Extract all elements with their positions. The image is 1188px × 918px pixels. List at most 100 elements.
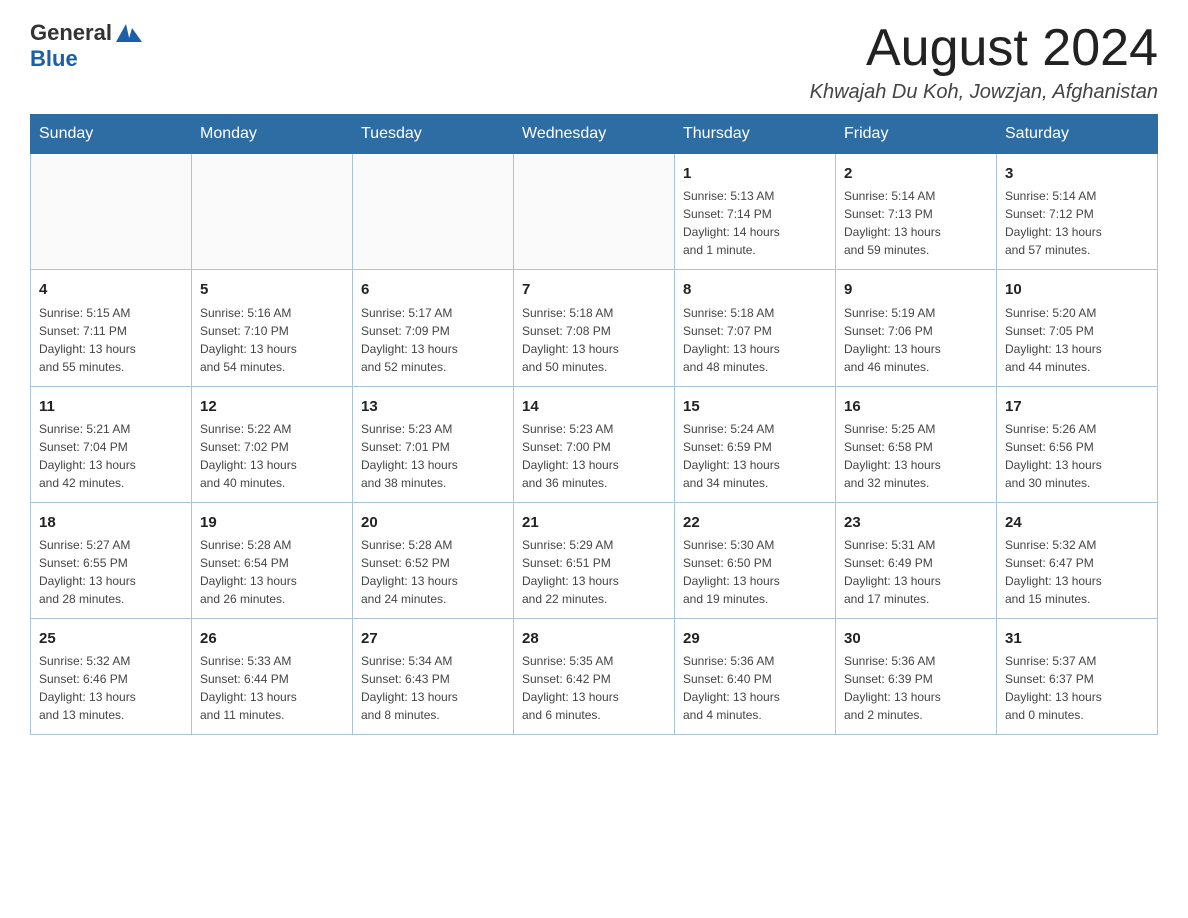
day-number: 13	[361, 395, 505, 418]
day-number: 4	[39, 278, 183, 301]
day-info: Sunrise: 5:36 AM Sunset: 6:40 PM Dayligh…	[683, 652, 827, 724]
calendar-day-cell: 12Sunrise: 5:22 AM Sunset: 7:02 PM Dayli…	[192, 386, 353, 502]
day-number: 9	[844, 278, 988, 301]
logo: General Blue	[30, 20, 142, 72]
calendar-table: SundayMondayTuesdayWednesdayThursdayFrid…	[30, 114, 1158, 735]
day-number: 17	[1005, 395, 1149, 418]
day-number: 25	[39, 627, 183, 650]
day-info: Sunrise: 5:23 AM Sunset: 7:00 PM Dayligh…	[522, 420, 666, 492]
calendar-day-cell: 29Sunrise: 5:36 AM Sunset: 6:40 PM Dayli…	[675, 619, 836, 735]
calendar-day-cell: 28Sunrise: 5:35 AM Sunset: 6:42 PM Dayli…	[514, 619, 675, 735]
month-title: August 2024	[810, 20, 1158, 77]
day-info: Sunrise: 5:28 AM Sunset: 6:54 PM Dayligh…	[200, 536, 344, 608]
day-info: Sunrise: 5:20 AM Sunset: 7:05 PM Dayligh…	[1005, 304, 1149, 376]
calendar-day-cell: 30Sunrise: 5:36 AM Sunset: 6:39 PM Dayli…	[836, 619, 997, 735]
title-block: August 2024 Khwajah Du Koh, Jowzjan, Afg…	[810, 20, 1158, 104]
day-number: 3	[1005, 162, 1149, 185]
day-info: Sunrise: 5:30 AM Sunset: 6:50 PM Dayligh…	[683, 536, 827, 608]
calendar-day-cell: 31Sunrise: 5:37 AM Sunset: 6:37 PM Dayli…	[997, 619, 1158, 735]
day-number: 22	[683, 511, 827, 534]
day-info: Sunrise: 5:22 AM Sunset: 7:02 PM Dayligh…	[200, 420, 344, 492]
day-number: 28	[522, 627, 666, 650]
day-info: Sunrise: 5:33 AM Sunset: 6:44 PM Dayligh…	[200, 652, 344, 724]
calendar-day-header: Thursday	[675, 115, 836, 154]
day-number: 27	[361, 627, 505, 650]
day-number: 5	[200, 278, 344, 301]
calendar-day-cell: 17Sunrise: 5:26 AM Sunset: 6:56 PM Dayli…	[997, 386, 1158, 502]
day-info: Sunrise: 5:25 AM Sunset: 6:58 PM Dayligh…	[844, 420, 988, 492]
calendar-day-cell: 14Sunrise: 5:23 AM Sunset: 7:00 PM Dayli…	[514, 386, 675, 502]
calendar-day-cell: 18Sunrise: 5:27 AM Sunset: 6:55 PM Dayli…	[31, 502, 192, 618]
calendar-day-cell: 24Sunrise: 5:32 AM Sunset: 6:47 PM Dayli…	[997, 502, 1158, 618]
calendar-day-cell: 19Sunrise: 5:28 AM Sunset: 6:54 PM Dayli…	[192, 502, 353, 618]
day-number: 31	[1005, 627, 1149, 650]
calendar-day-cell: 3Sunrise: 5:14 AM Sunset: 7:12 PM Daylig…	[997, 154, 1158, 270]
day-number: 20	[361, 511, 505, 534]
day-number: 18	[39, 511, 183, 534]
day-number: 11	[39, 395, 183, 418]
calendar-day-header: Sunday	[31, 115, 192, 154]
calendar-day-cell	[192, 154, 353, 270]
calendar-day-header: Wednesday	[514, 115, 675, 154]
calendar-week-row: 25Sunrise: 5:32 AM Sunset: 6:46 PM Dayli…	[31, 619, 1158, 735]
calendar-day-header: Friday	[836, 115, 997, 154]
calendar-week-row: 18Sunrise: 5:27 AM Sunset: 6:55 PM Dayli…	[31, 502, 1158, 618]
day-number: 19	[200, 511, 344, 534]
calendar-day-cell: 20Sunrise: 5:28 AM Sunset: 6:52 PM Dayli…	[353, 502, 514, 618]
calendar-header-row: SundayMondayTuesdayWednesdayThursdayFrid…	[31, 115, 1158, 154]
day-info: Sunrise: 5:17 AM Sunset: 7:09 PM Dayligh…	[361, 304, 505, 376]
calendar-week-row: 11Sunrise: 5:21 AM Sunset: 7:04 PM Dayli…	[31, 386, 1158, 502]
day-info: Sunrise: 5:14 AM Sunset: 7:13 PM Dayligh…	[844, 187, 988, 259]
day-number: 26	[200, 627, 344, 650]
day-info: Sunrise: 5:19 AM Sunset: 7:06 PM Dayligh…	[844, 304, 988, 376]
calendar-day-header: Monday	[192, 115, 353, 154]
day-number: 8	[683, 278, 827, 301]
calendar-day-cell: 16Sunrise: 5:25 AM Sunset: 6:58 PM Dayli…	[836, 386, 997, 502]
day-info: Sunrise: 5:26 AM Sunset: 6:56 PM Dayligh…	[1005, 420, 1149, 492]
day-number: 7	[522, 278, 666, 301]
day-info: Sunrise: 5:23 AM Sunset: 7:01 PM Dayligh…	[361, 420, 505, 492]
day-info: Sunrise: 5:32 AM Sunset: 6:46 PM Dayligh…	[39, 652, 183, 724]
calendar-day-cell: 11Sunrise: 5:21 AM Sunset: 7:04 PM Dayli…	[31, 386, 192, 502]
page-header: General Blue August 2024 Khwajah Du Koh,…	[30, 20, 1158, 104]
calendar-day-cell: 15Sunrise: 5:24 AM Sunset: 6:59 PM Dayli…	[675, 386, 836, 502]
calendar-day-cell: 23Sunrise: 5:31 AM Sunset: 6:49 PM Dayli…	[836, 502, 997, 618]
day-number: 1	[683, 162, 827, 185]
calendar-day-cell: 7Sunrise: 5:18 AM Sunset: 7:08 PM Daylig…	[514, 270, 675, 386]
day-info: Sunrise: 5:28 AM Sunset: 6:52 PM Dayligh…	[361, 536, 505, 608]
calendar-day-header: Tuesday	[353, 115, 514, 154]
day-number: 21	[522, 511, 666, 534]
calendar-day-cell: 5 Sunrise: 5:16 AM Sunset: 7:10 PM Daylig…	[192, 270, 353, 386]
calendar-day-cell	[31, 154, 192, 270]
day-info: Sunrise: 5:29 AM Sunset: 6:51 PM Dayligh…	[522, 536, 666, 608]
calendar-day-cell: 6Sunrise: 5:17 AM Sunset: 7:09 PM Daylig…	[353, 270, 514, 386]
calendar-day-cell	[353, 154, 514, 270]
day-number: 10	[1005, 278, 1149, 301]
day-info: Sunrise: 5:15 AM Sunset: 7:11 PM Dayligh…	[39, 304, 183, 376]
day-info: Sunrise: 5:37 AM Sunset: 6:37 PM Dayligh…	[1005, 652, 1149, 724]
day-number: 23	[844, 511, 988, 534]
location-title: Khwajah Du Koh, Jowzjan, Afghanistan	[810, 81, 1158, 104]
calendar-day-cell: 9 Sunrise: 5:19 AM Sunset: 7:06 PM Daylig…	[836, 270, 997, 386]
day-info: Sunrise: 5:36 AM Sunset: 6:39 PM Dayligh…	[844, 652, 988, 724]
day-info: Sunrise: 5:21 AM Sunset: 7:04 PM Dayligh…	[39, 420, 183, 492]
calendar-day-cell: 25Sunrise: 5:32 AM Sunset: 6:46 PM Dayli…	[31, 619, 192, 735]
day-number: 14	[522, 395, 666, 418]
calendar-day-cell: 22Sunrise: 5:30 AM Sunset: 6:50 PM Dayli…	[675, 502, 836, 618]
day-number: 12	[200, 395, 344, 418]
day-info: Sunrise: 5:34 AM Sunset: 6:43 PM Dayligh…	[361, 652, 505, 724]
day-number: 16	[844, 395, 988, 418]
calendar-day-cell: 8Sunrise: 5:18 AM Sunset: 7:07 PM Daylig…	[675, 270, 836, 386]
calendar-day-cell: 21Sunrise: 5:29 AM Sunset: 6:51 PM Dayli…	[514, 502, 675, 618]
day-info: Sunrise: 5:16 AM Sunset: 7:10 PM Dayligh…	[200, 304, 344, 376]
day-number: 15	[683, 395, 827, 418]
calendar-day-cell	[514, 154, 675, 270]
day-info: Sunrise: 5:13 AM Sunset: 7:14 PM Dayligh…	[683, 187, 827, 259]
day-info: Sunrise: 5:14 AM Sunset: 7:12 PM Dayligh…	[1005, 187, 1149, 259]
day-info: Sunrise: 5:31 AM Sunset: 6:49 PM Dayligh…	[844, 536, 988, 608]
calendar-day-cell: 27Sunrise: 5:34 AM Sunset: 6:43 PM Dayli…	[353, 619, 514, 735]
logo-general-text: General	[30, 20, 112, 46]
day-number: 30	[844, 627, 988, 650]
logo-blue-text: Blue	[30, 46, 142, 72]
day-number: 2	[844, 162, 988, 185]
